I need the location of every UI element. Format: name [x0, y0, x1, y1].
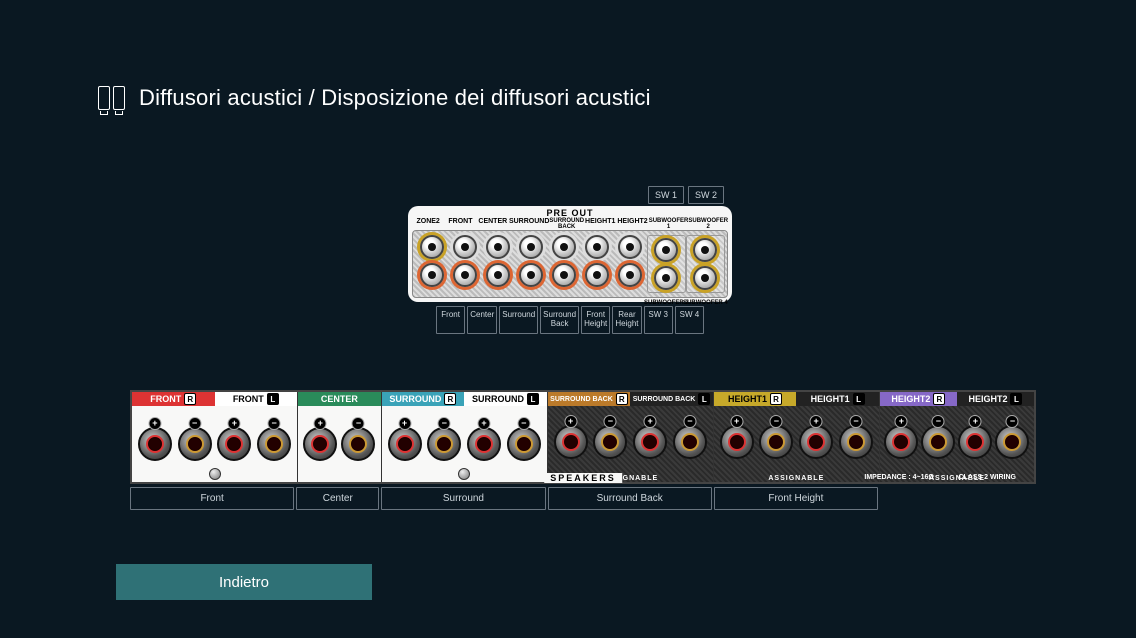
rca-zone2-w	[420, 235, 444, 259]
lbl-surround: SURROUND	[509, 218, 549, 230]
lbl-sub2: SUBWOOFER 2	[688, 218, 728, 230]
ptag-sw4: SW 4	[675, 306, 704, 334]
rca-sb-w	[552, 235, 576, 259]
rca-zone2-r	[420, 263, 444, 287]
lbl-front-r: FRONT	[150, 394, 181, 404]
ptag-center: Center	[467, 306, 497, 334]
speakers-strip: FRONTRFRONTL +−+− CENTER +− SURROUNDRSUR…	[130, 390, 1036, 484]
ch-height1: HEIGHT1RHEIGHT1L +−+− ASSIGNABLE	[714, 392, 880, 482]
rca-sb-r	[552, 263, 576, 287]
screw-icon	[209, 468, 221, 480]
rca-h1-r	[585, 263, 609, 287]
rca-front-w	[453, 235, 477, 259]
lbl-h2-l: HEIGHT2	[968, 394, 1007, 404]
lbl-center: CENTER	[321, 394, 358, 404]
rca-sw4	[693, 266, 717, 290]
page-header: Diffusori acustici / Disposizione dei di…	[0, 0, 1136, 111]
lbl-sub3: SUBWOOFER 3	[644, 300, 689, 306]
back-button[interactable]: Indietro	[116, 564, 372, 600]
ch-front: FRONTRFRONTL +−+−	[132, 392, 298, 482]
ptag-surround: Surround	[499, 306, 538, 334]
rca-h1-w	[585, 235, 609, 259]
lbl-height2: HEIGHT2	[616, 218, 648, 230]
rca-h2-r	[618, 263, 642, 287]
ch-surround: SURROUNDRSURROUNDL +−+−	[382, 392, 548, 482]
speakers-impedance: IMPEDANCE : 4~16Ω	[864, 474, 934, 481]
preout-diagram: SW 1 SW 2 PRE OUT ZONE2 FRONT CENTER SUR…	[408, 186, 732, 334]
lbl-h1-l: HEIGHT1	[811, 394, 850, 404]
ptag-front: Front	[436, 306, 465, 334]
rca-surr-r	[519, 263, 543, 287]
preout-bottom-tags: Front Center Surround Surround Back Fron…	[408, 306, 732, 334]
lbl-front: FRONT	[444, 218, 476, 230]
lbl-surr-r: SURROUND	[389, 394, 441, 404]
page-title: Diffusori acustici / Disposizione dei di…	[139, 85, 651, 111]
preout-title: PRE OUT	[412, 208, 728, 218]
stag-surround: Surround	[381, 487, 545, 510]
lbl-height1: HEIGHT1	[584, 218, 616, 230]
ch-surround-back: SURROUND BACKRSURROUND BACKL +−+− ASSIGN…	[548, 392, 714, 482]
rca-h2-w	[618, 235, 642, 259]
stag-front-height: Front Height	[714, 487, 878, 510]
tag-sw2: SW 2	[688, 186, 724, 204]
rca-center-r	[486, 263, 510, 287]
rca-sw3	[654, 266, 678, 290]
rca-front-r	[453, 263, 477, 287]
lbl-sub4: SUBWOOFER 4	[683, 300, 728, 306]
lbl-sb-l: SURROUND BACK	[633, 396, 696, 403]
rca-sw2	[693, 238, 717, 262]
speakers-diagram: FRONTRFRONTL +−+− CENTER +− SURROUNDRSUR…	[130, 390, 1036, 510]
ptag-front-height: Front Height	[581, 306, 610, 334]
lbl-center: CENTER	[477, 218, 509, 230]
back-button-label: Indietro	[219, 574, 269, 591]
ptag-rear-height: Rear Height	[612, 306, 641, 334]
lbl-h1-r: HEIGHT1	[728, 394, 767, 404]
ptag-surround-back: Surround Back	[540, 306, 579, 334]
speakers-bottom-tags: Front Center Surround Surround Back Fron…	[130, 487, 878, 510]
stag-front: Front	[130, 487, 294, 510]
preout-column-labels: ZONE2 FRONT CENTER SURROUND SURROUND BAC…	[412, 218, 728, 230]
stag-surround-back: Surround Back	[548, 487, 712, 510]
ptag-sw3: SW 3	[644, 306, 673, 334]
rca-surr-w	[519, 235, 543, 259]
speakers-class: CLASS 2 WIRING	[958, 474, 1016, 481]
stag-center: Center	[296, 487, 379, 510]
speakers-caption: SPEAKERS	[544, 473, 622, 483]
speakers-icon	[98, 86, 125, 110]
ch-height2: HEIGHT2RHEIGHT2L +−+− ASSIGNABLE	[880, 392, 1034, 482]
lbl-zone2: ZONE2	[412, 218, 444, 230]
rca-sw1	[654, 238, 678, 262]
lbl-front-l: FRONT	[233, 394, 264, 404]
tag-sw1: SW 1	[648, 186, 684, 204]
lbl-surround-back: SURROUND BACK	[549, 218, 584, 230]
lbl-assignable-2: ASSIGNABLE	[714, 475, 879, 482]
lbl-sb-r: SURROUND BACK	[550, 396, 613, 403]
lbl-h2-r: HEIGHT2	[891, 394, 930, 404]
preout-top-tags: SW 1 SW 2	[648, 186, 724, 204]
lbl-surr-l: SURROUND	[472, 394, 524, 404]
preout-panel: PRE OUT ZONE2 FRONT CENTER SURROUND SURR…	[408, 206, 732, 302]
ch-center: CENTER +−	[298, 392, 382, 482]
screw-icon	[458, 468, 470, 480]
lbl-sub1: SUBWOOFER 1	[649, 218, 689, 230]
preout-jacks: SUBWOOFER 3 SUBWOOFER 4	[412, 230, 728, 298]
rca-center-w	[486, 235, 510, 259]
